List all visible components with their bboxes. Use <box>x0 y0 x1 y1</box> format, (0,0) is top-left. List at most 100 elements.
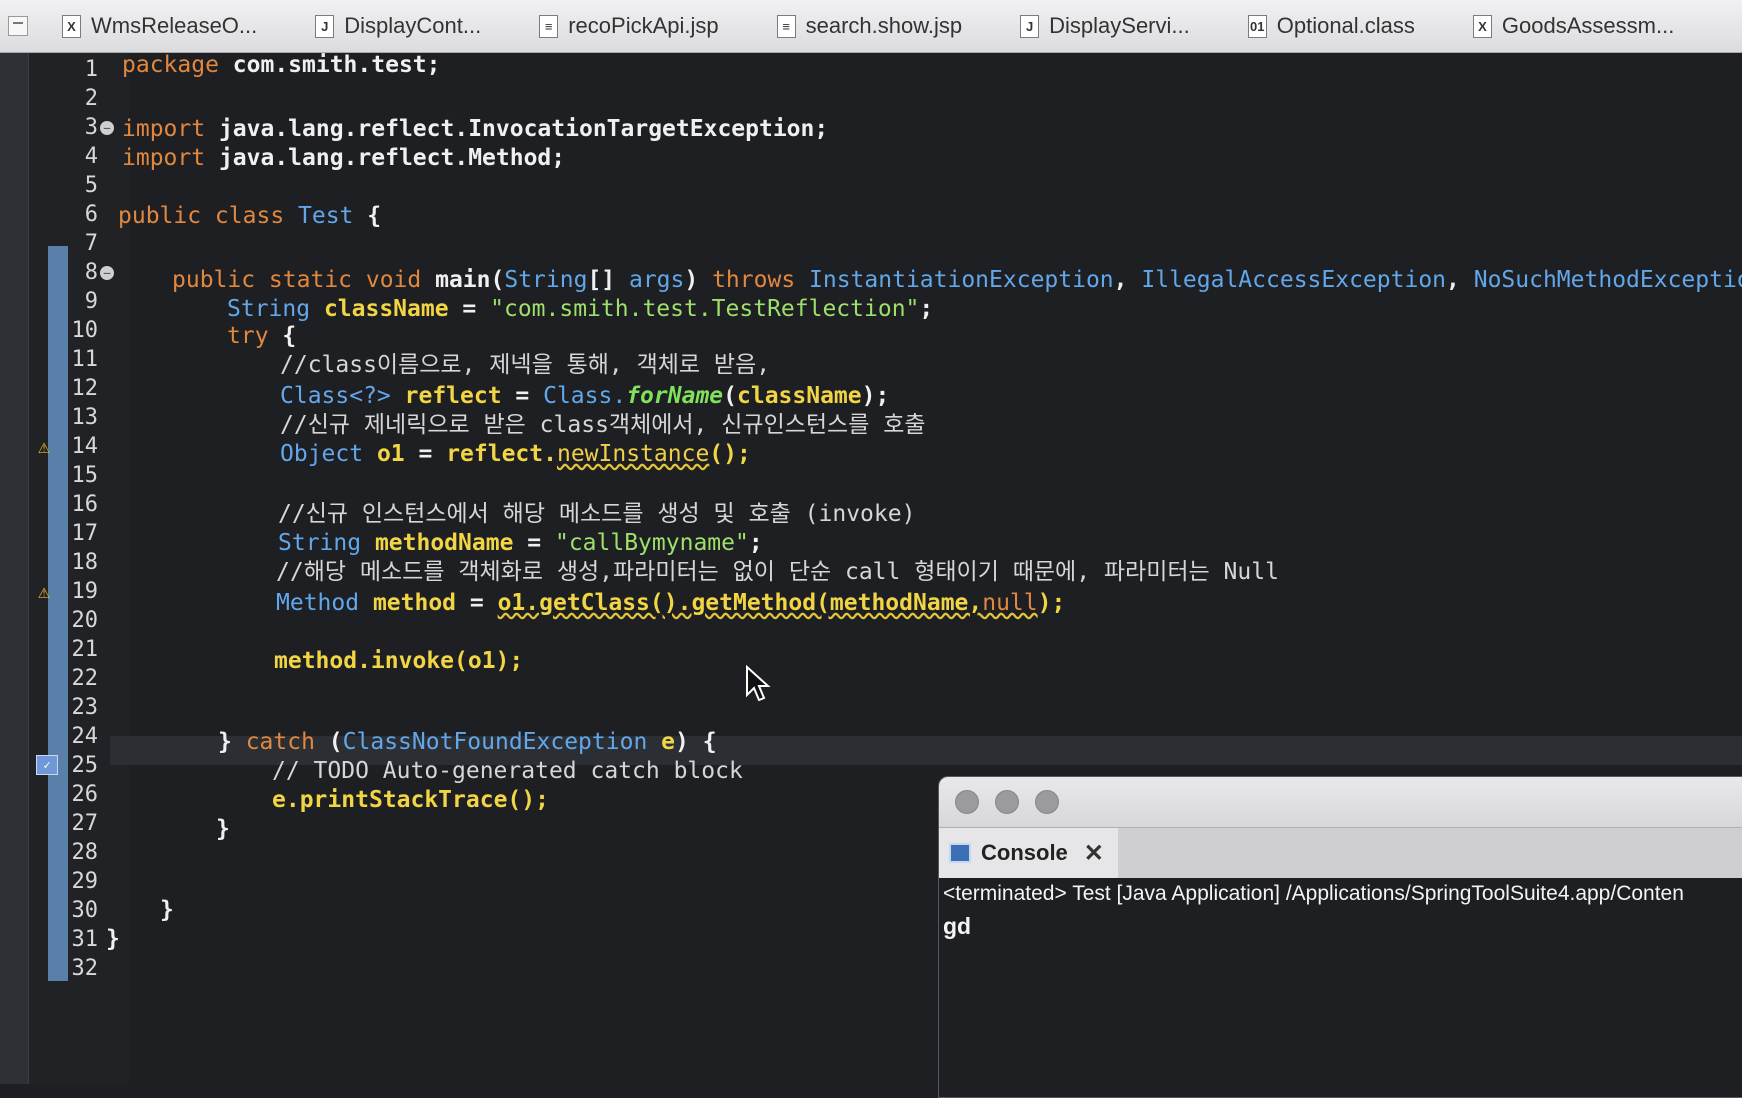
line-number: 24 <box>71 724 99 749</box>
xml-file-icon: X <box>1472 14 1492 38</box>
line-number: 5 <box>84 173 98 198</box>
code-line: 20 <box>0 606 1742 635</box>
tab-wmsrelease[interactable]: X WmsReleaseO... <box>52 0 271 52</box>
minimize-window-button[interactable] <box>995 790 1019 814</box>
code-line: 1 package com.smith.test; <box>0 52 1742 84</box>
code-line: 5 <box>0 171 1742 200</box>
line-number: 14 <box>71 434 99 459</box>
jsp-file-icon: ≡ <box>539 14 559 38</box>
line-number: 17 <box>71 521 99 546</box>
tab-recopickapi[interactable]: ≡ recoPickApi.jsp <box>529 0 732 52</box>
line-number: 32 <box>71 956 99 981</box>
code-line: 24 } catch (ClassNotFoundException e) { <box>0 722 1742 755</box>
keyword: public class <box>118 203 285 229</box>
line-number: 23 <box>71 695 99 720</box>
line-number: 26 <box>71 782 99 807</box>
console-status-line: <terminated> Test [Java Application] /Ap… <box>939 878 1742 910</box>
code-line: 11 //class이름으로, 제넥을 통해, 객체로 받음, <box>0 345 1742 378</box>
import-path: java.lang.reflect.InvocationTargetExcept… <box>205 116 829 142</box>
console-title-bar[interactable] <box>939 777 1742 828</box>
code-text[interactable]: import java.lang.reflect.InvocationTarge… <box>122 115 828 144</box>
code-line: 9 String className = "com.smith.test.Tes… <box>0 287 1742 322</box>
class-file-icon: 01 <box>1247 14 1267 38</box>
code-line: 7 <box>0 229 1742 258</box>
console-output[interactable]: gd <box>939 910 1742 942</box>
code-line: 8 – public static void main(String[] arg… <box>0 258 1742 293</box>
tab-label: DisplayCont... <box>344 13 482 38</box>
minimize-button[interactable] <box>8 16 28 36</box>
code-line: 4 import java.lang.reflect.Method; <box>0 142 1742 171</box>
line-number: 18 <box>71 550 99 575</box>
line-number: 31 <box>71 927 99 952</box>
java-file-icon: J <box>1020 14 1040 38</box>
tab-label: DisplayServi... <box>1049 13 1190 38</box>
tab-goodsassessm[interactable]: X GoodsAssessm... <box>1463 0 1688 52</box>
tab-displayservi[interactable]: J DisplayServi... <box>1010 0 1204 52</box>
line-number: 13 <box>71 405 99 430</box>
zoom-window-button[interactable] <box>1035 790 1059 814</box>
line-number: 9 <box>84 289 98 314</box>
close-window-button[interactable] <box>955 790 979 814</box>
tab-label: search.show.jsp <box>805 13 963 38</box>
line-number: 27 <box>71 811 99 836</box>
close-icon[interactable]: ✕ <box>1084 839 1104 868</box>
code-text[interactable]: public class Test { <box>118 202 381 231</box>
code-line: 12 Class<?> reflect = Class.forName(clas… <box>0 374 1742 409</box>
code-line: 18 //해당 메소드를 객체화로 생성,파라미터는 없이 단순 call 형태… <box>0 548 1742 585</box>
code-line: 15 <box>0 461 1742 490</box>
console-icon <box>949 843 971 863</box>
line-number: 20 <box>71 608 99 633</box>
console-window: Console ✕ <terminated> Test [Java Applic… <box>938 776 1742 1098</box>
fold-toggle-icon[interactable]: – <box>100 266 114 280</box>
package-name: com.smith.test; <box>218 52 441 78</box>
tab-displaycont[interactable]: J DisplayCont... <box>305 0 495 52</box>
code-line: ⚠ 19 Method method = o1.getClass().getMe… <box>0 577 1742 616</box>
code-line: 10 try { <box>0 316 1742 349</box>
line-number: 19 <box>71 579 99 604</box>
code-text[interactable]: package com.smith.test; <box>122 51 441 80</box>
line-number: 10 <box>71 318 99 343</box>
code-line: 3 – import java.lang.reflect.InvocationT… <box>0 113 1742 142</box>
line-number: 3 <box>84 115 98 140</box>
class-name: Test <box>284 203 354 229</box>
keyword: import <box>122 145 206 171</box>
tab-search-show[interactable]: ≡ search.show.jsp <box>767 0 977 52</box>
fold-toggle-icon[interactable]: – <box>100 121 114 135</box>
line-number: 4 <box>84 144 98 169</box>
line-number: 1 <box>84 57 98 82</box>
brace[interactable]: } <box>106 925 120 954</box>
editor-tab-bar: X WmsReleaseO... J DisplayCont... ≡ reco… <box>0 0 1742 53</box>
code-line: 22 <box>0 664 1742 693</box>
code-line: 23 <box>0 693 1742 722</box>
console-tab-strip: Console ✕ <box>939 828 1742 878</box>
line-number: 25 <box>71 753 99 778</box>
tab-console[interactable]: Console ✕ <box>939 828 1118 878</box>
line-number: 6 <box>84 202 98 227</box>
line-number: 15 <box>71 463 99 488</box>
line-number: 16 <box>71 492 99 517</box>
code-line: 13 //신규 제네릭으로 받은 class객체에서, 신규인스턴스를 호출 <box>0 403 1742 438</box>
tab-label: Optional.class <box>1276 13 1415 38</box>
code-line: ⚠ 14 Object o1 = reflect.newInstance(); <box>0 432 1742 467</box>
line-number: 12 <box>71 376 99 401</box>
java-file-icon: J <box>315 14 335 38</box>
line-number: 8 <box>84 260 98 285</box>
code-line: 21 method.invoke(o1); <box>0 635 1742 674</box>
code-line: 17 String methodName = "callBymyname"; <box>0 519 1742 556</box>
line-number: 11 <box>71 347 99 372</box>
code-line: 2 <box>0 84 1742 113</box>
code-text[interactable]: import java.lang.reflect.Method; <box>122 144 565 173</box>
line-number: 7 <box>84 231 98 256</box>
mouse-pointer-icon <box>746 665 771 702</box>
line-number: 2 <box>84 86 98 111</box>
keyword: import <box>122 116 206 142</box>
line-number: 29 <box>71 869 99 894</box>
console-tab-label: Console <box>981 840 1068 865</box>
brace[interactable]: } <box>160 896 174 925</box>
tab-optional-class[interactable]: 01 Optional.class <box>1238 0 1429 52</box>
tab-label: recoPickApi.jsp <box>568 13 719 38</box>
line-number: 21 <box>71 637 99 662</box>
line-number: 30 <box>71 898 99 923</box>
tab-label: GoodsAssessm... <box>1501 13 1675 38</box>
line-number: 28 <box>71 840 99 865</box>
